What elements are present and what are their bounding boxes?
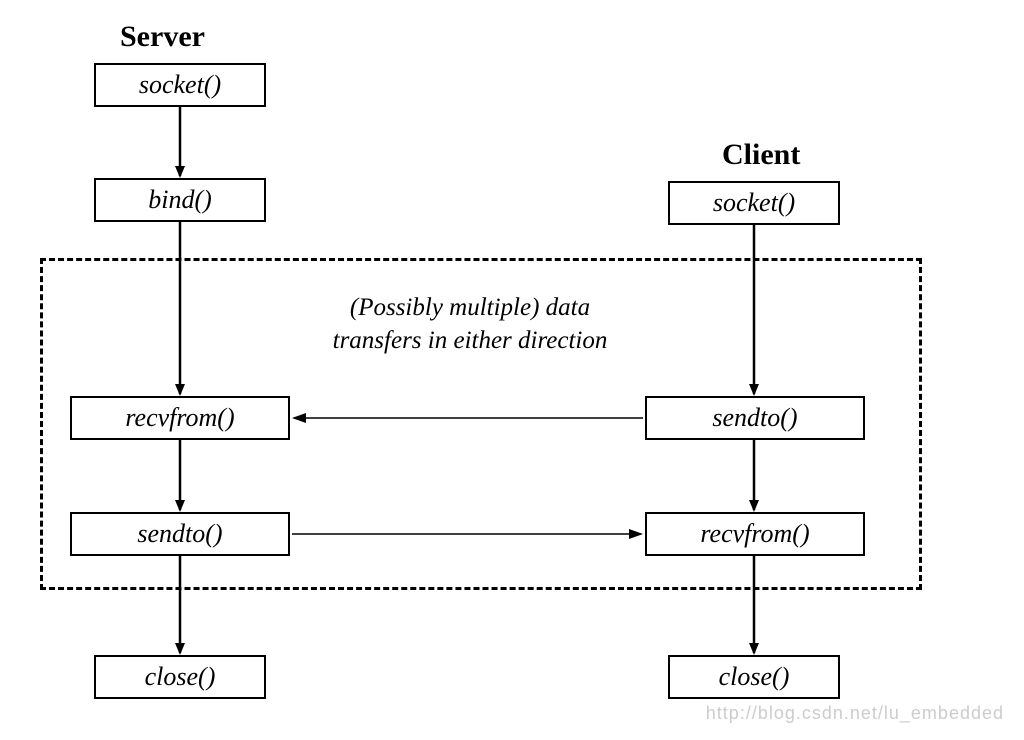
watermark: http://blog.csdn.net/lu_embedded <box>706 703 1004 724</box>
region-label-line2: transfers in either direction <box>333 327 608 354</box>
server-title: Server <box>120 20 205 54</box>
server-bind-box: bind() <box>94 178 266 222</box>
server-socket-box: socket() <box>94 63 266 107</box>
region-label: (Possibly multiple) data transfers in ei… <box>300 292 640 357</box>
client-socket-box: socket() <box>668 181 840 225</box>
client-title: Client <box>722 138 800 172</box>
region-label-line1: (Possibly multiple) data <box>350 294 590 321</box>
client-close-box: close() <box>668 655 840 699</box>
server-close-box: close() <box>94 655 266 699</box>
